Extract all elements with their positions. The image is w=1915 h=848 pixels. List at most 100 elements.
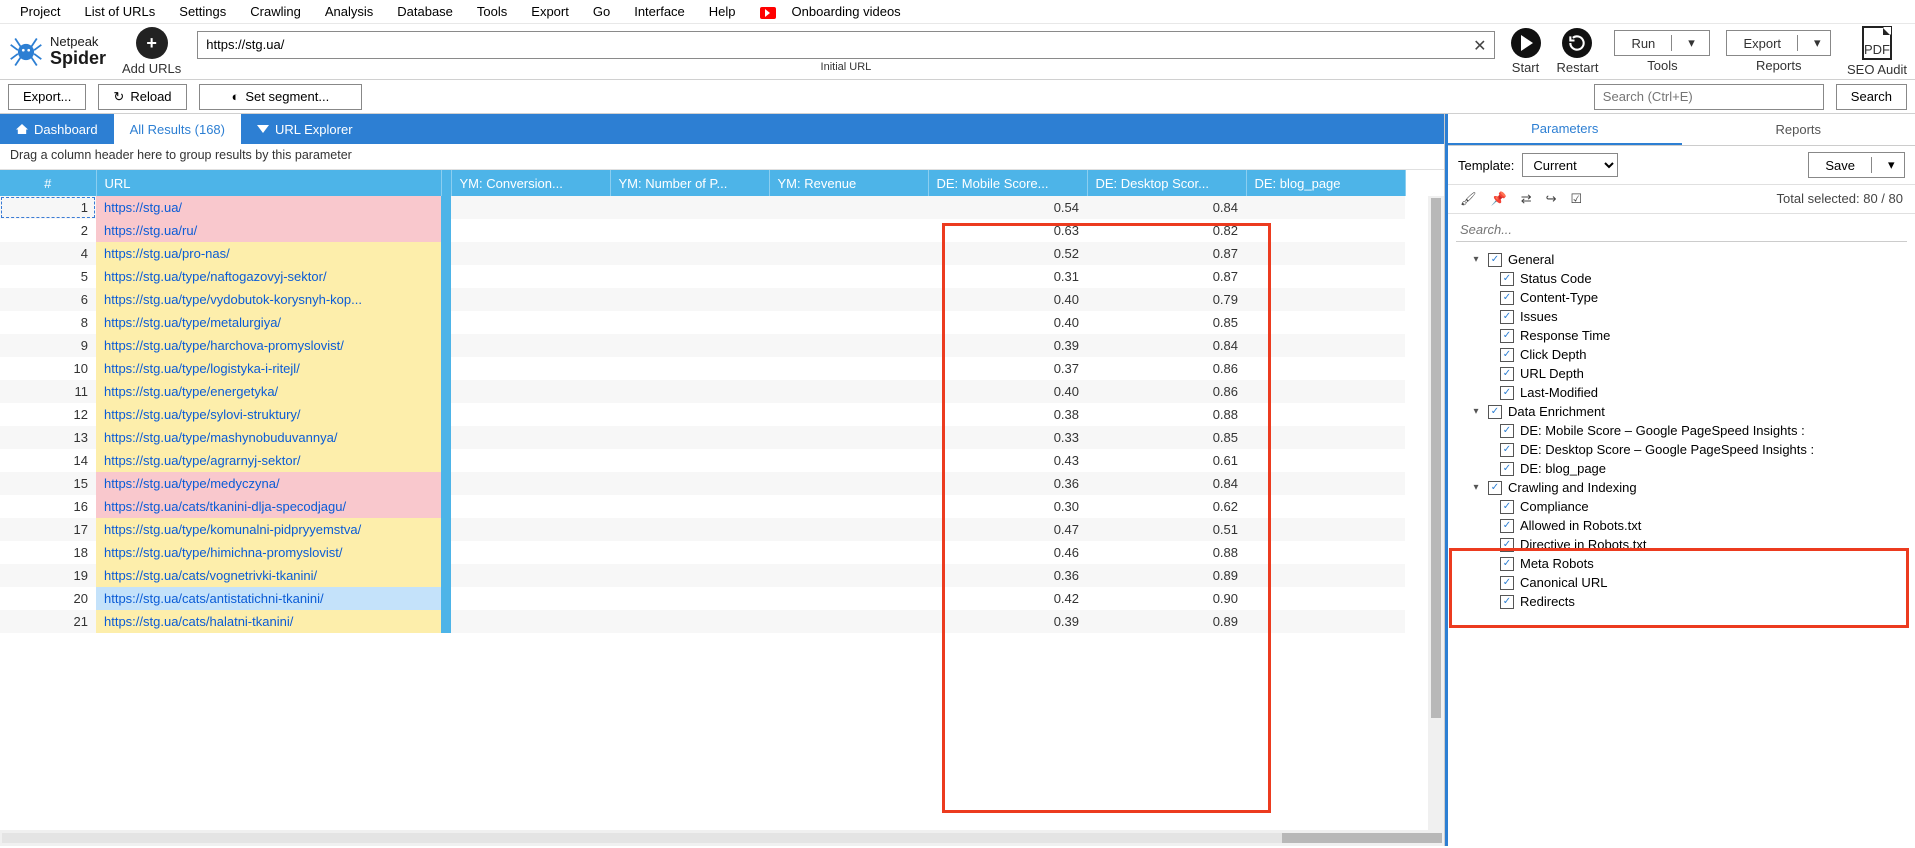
tree-item[interactable]: Issues [1452, 307, 1915, 326]
search-btn[interactable]: Search [1836, 84, 1907, 110]
tree-item[interactable]: ▾General [1452, 250, 1915, 269]
col-de-mobile[interactable]: DE: Mobile Score... [928, 170, 1087, 196]
col-index[interactable]: # [0, 170, 96, 196]
cell-url[interactable]: https://stg.ua/cats/vognetrivki-tkanini/ [96, 564, 441, 587]
table-row[interactable]: 4https://stg.ua/pro-nas/0.520.87 [0, 242, 1405, 265]
cell-url[interactable]: https://stg.ua/cats/tkanini-dlja-specodj… [96, 495, 441, 518]
tree-item[interactable]: URL Depth [1452, 364, 1915, 383]
chevron-down-icon[interactable]: ▾ [1671, 35, 1709, 51]
table-row[interactable]: 8https://stg.ua/type/metalurgiya/0.400.8… [0, 311, 1405, 334]
checkbox[interactable] [1500, 519, 1514, 533]
cell-url[interactable]: https://stg.ua/type/naftogazovyj-sektor/ [96, 265, 441, 288]
cell-url[interactable]: https://stg.ua/ [96, 196, 441, 219]
set-segment-btn[interactable]: ◐Set segment... [199, 84, 363, 110]
cell-url[interactable]: https://stg.ua/type/logistyka-i-ritejl/ [96, 357, 441, 380]
tree-item[interactable]: Directive in Robots.txt [1452, 535, 1915, 554]
cell-url[interactable]: https://stg.ua/pro-nas/ [96, 242, 441, 265]
brush-icon[interactable]: 🖌 [1460, 191, 1477, 207]
col-ym-number[interactable]: YM: Number of P... [610, 170, 769, 196]
checkbox[interactable] [1500, 291, 1514, 305]
checkbox[interactable] [1500, 500, 1514, 514]
col-ym-conversion[interactable]: YM: Conversion... [451, 170, 610, 196]
table-row[interactable]: 10https://stg.ua/type/logistyka-i-ritejl… [0, 357, 1405, 380]
chevron-down-icon[interactable]: ▾ [1871, 157, 1904, 173]
template-select[interactable]: Current [1522, 153, 1618, 177]
table-row[interactable]: 20https://stg.ua/cats/antistatichni-tkan… [0, 587, 1405, 610]
tree-item[interactable]: Response Time [1452, 326, 1915, 345]
tree-item[interactable]: DE: blog_page [1452, 459, 1915, 478]
cell-url[interactable]: https://stg.ua/type/mashynobuduvannya/ [96, 426, 441, 449]
checkbox[interactable] [1500, 348, 1514, 362]
export-btn[interactable]: Export... [8, 84, 86, 110]
cell-url[interactable]: https://stg.ua/type/medyczyna/ [96, 472, 441, 495]
run-button[interactable]: Run▾ [1614, 30, 1710, 56]
table-row[interactable]: 13https://stg.ua/type/mashynobuduvannya/… [0, 426, 1405, 449]
reload-btn[interactable]: ↻Reload [98, 84, 186, 110]
checkbox[interactable] [1500, 386, 1514, 400]
param-search-input[interactable] [1456, 218, 1907, 242]
tab-all-results[interactable]: All Results (168) [114, 114, 241, 144]
export-button[interactable]: Export▾ [1726, 30, 1831, 56]
menu-export[interactable]: Export [519, 1, 581, 22]
tree-item[interactable]: Status Code [1452, 269, 1915, 288]
tree-item[interactable]: Content-Type [1452, 288, 1915, 307]
cell-url[interactable]: https://stg.ua/cats/antistatichni-tkanin… [96, 587, 441, 610]
clear-url-icon[interactable]: ✕ [1473, 36, 1486, 56]
search-input[interactable] [1594, 84, 1824, 110]
chevron-down-icon[interactable]: ▾ [1797, 35, 1830, 51]
tree-item[interactable]: ▾Crawling and Indexing [1452, 478, 1915, 497]
menu-list-urls[interactable]: List of URLs [72, 1, 167, 22]
checkbox[interactable] [1488, 405, 1502, 419]
tree-item[interactable]: DE: Desktop Score – Google PageSpeed Ins… [1452, 440, 1915, 459]
table-row[interactable]: 12https://stg.ua/type/sylovi-struktury/0… [0, 403, 1405, 426]
checkbox[interactable] [1488, 481, 1502, 495]
cell-url[interactable]: https://stg.ua/type/agrarnyj-sektor/ [96, 449, 441, 472]
cell-url[interactable]: https://stg.ua/cats/halatni-tkanini/ [96, 610, 441, 633]
horizontal-scrollbar[interactable] [0, 830, 1444, 846]
redo-icon[interactable]: ↪ [1546, 191, 1557, 207]
checkbox[interactable] [1500, 424, 1514, 438]
tree-item[interactable]: Redirects [1452, 592, 1915, 611]
checkbox[interactable] [1500, 329, 1514, 343]
cell-url[interactable]: https://stg.ua/ru/ [96, 219, 441, 242]
group-by-hint[interactable]: Drag a column header here to group resul… [0, 144, 1444, 170]
checkbox[interactable] [1500, 538, 1514, 552]
menu-settings[interactable]: Settings [167, 1, 238, 22]
col-de-blog[interactable]: DE: blog_page [1246, 170, 1405, 196]
cell-url[interactable]: https://stg.ua/type/komunalni-pidpryyems… [96, 518, 441, 541]
table-row[interactable]: 5https://stg.ua/type/naftogazovyj-sektor… [0, 265, 1405, 288]
table-row[interactable]: 17https://stg.ua/type/komunalni-pidpryye… [0, 518, 1405, 541]
table-row[interactable]: 6https://stg.ua/type/vydobutok-korysnyh-… [0, 288, 1405, 311]
menu-project[interactable]: Project [8, 1, 72, 22]
checkbox[interactable] [1488, 253, 1502, 267]
table-row[interactable]: 14https://stg.ua/type/agrarnyj-sektor/0.… [0, 449, 1405, 472]
checkbox[interactable] [1500, 557, 1514, 571]
table-row[interactable]: 1https://stg.ua/0.540.84 [0, 196, 1405, 219]
swap-icon[interactable]: ⇄ [1521, 191, 1532, 207]
checkbox[interactable] [1500, 367, 1514, 381]
tab-reports[interactable]: Reports [1682, 114, 1915, 145]
checkbox[interactable] [1500, 595, 1514, 609]
checkbox[interactable] [1500, 576, 1514, 590]
table-row[interactable]: 16https://stg.ua/cats/tkanini-dlja-speco… [0, 495, 1405, 518]
tree-item[interactable]: Last-Modified [1452, 383, 1915, 402]
col-ym-revenue[interactable]: YM: Revenue [769, 170, 928, 196]
table-row[interactable]: 21https://stg.ua/cats/halatni-tkanini/0.… [0, 610, 1405, 633]
cell-url[interactable]: https://stg.ua/type/energetyka/ [96, 380, 441, 403]
cell-url[interactable]: https://stg.ua/type/vydobutok-korysnyh-k… [96, 288, 441, 311]
pin-icon[interactable]: 📌 [1491, 191, 1507, 207]
save-button[interactable]: Save▾ [1808, 152, 1905, 178]
table-row[interactable]: 19https://stg.ua/cats/vognetrivki-tkanin… [0, 564, 1405, 587]
menu-crawling[interactable]: Crawling [238, 1, 313, 22]
table-row[interactable]: 15https://stg.ua/type/medyczyna/0.360.84 [0, 472, 1405, 495]
expand-icon[interactable]: ▾ [1470, 482, 1482, 493]
seo-audit-button[interactable]: PDF SEO Audit [1847, 26, 1907, 77]
cell-url[interactable]: https://stg.ua/type/sylovi-struktury/ [96, 403, 441, 426]
check-all-icon[interactable]: ☑ [1571, 191, 1583, 207]
table-row[interactable]: 18https://stg.ua/type/himichna-promyslov… [0, 541, 1405, 564]
checkbox[interactable] [1500, 272, 1514, 286]
tab-dashboard[interactable]: Dashboard [0, 114, 114, 144]
tree-item[interactable]: Compliance [1452, 497, 1915, 516]
add-urls-button[interactable]: + Add URLs [122, 27, 181, 76]
start-button[interactable]: Start [1511, 28, 1541, 75]
